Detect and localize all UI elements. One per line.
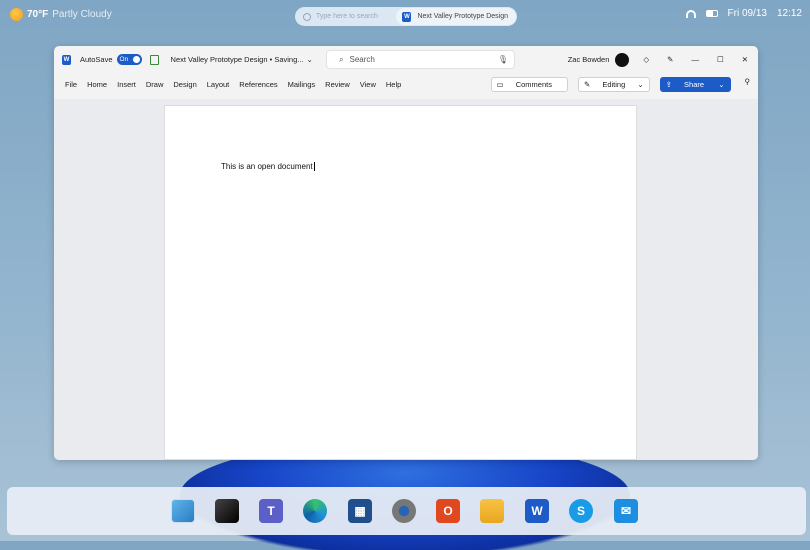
settings-icon[interactable] [392,499,416,523]
ribbon-menu: File Home Insert Draw Design Layout Refe… [54,74,758,94]
pencil-icon: ✎ [583,79,593,89]
avatar[interactable] [615,52,630,67]
menu-draw[interactable]: Draw [146,80,164,89]
battery-icon[interactable] [705,10,718,17]
weather-widget[interactable]: 70°F Partly Cloudy [10,8,112,21]
comments-label: Comments [515,79,552,89]
menu-review[interactable]: Review [325,80,350,89]
autosave-label: AutoSave [80,55,113,64]
active-doc-title: Next Valley Prototype Design [417,13,508,20]
menu-layout[interactable]: Layout [207,80,230,89]
coauthor-icon[interactable]: ⚲ [745,77,751,92]
partly-cloudy-icon [10,8,23,21]
skype-icon[interactable]: S [569,499,593,523]
search-icon [303,12,311,21]
store-icon[interactable]: ▦ [348,499,372,523]
menu-view[interactable]: View [360,80,376,89]
save-icon[interactable] [149,54,159,65]
start-icon[interactable] [171,499,195,523]
menu-references[interactable]: References [239,80,277,89]
editing-button[interactable]: ✎ Editing ⌄ [577,76,650,92]
system-tray[interactable]: Fri 09/13 12:12 [685,8,802,19]
active-document-pill[interactable]: W Next Valley Prototype Design [396,8,516,25]
teams-icon[interactable]: T [259,499,283,523]
maximize-icon[interactable]: ☐ [717,55,724,64]
comment-icon: ▭ [496,79,506,89]
word-icon[interactable]: W [525,499,549,523]
document-canvas: This is an open document [54,99,758,460]
share-button[interactable]: ⇪ Share ⌄ [659,76,731,92]
word-window: W AutoSave On Next Valley Prototype Desi… [54,46,758,460]
user-name: Zac Bowden [567,55,610,64]
share-label: Share [684,79,705,89]
search-input[interactable]: ⌕ Search 🎙︎ [326,50,515,69]
pen-icon[interactable]: ✎ [667,55,673,64]
menu-home[interactable]: Home [87,80,107,89]
menu-help[interactable]: Help [386,80,401,89]
menu-insert[interactable]: Insert [117,80,136,89]
close-icon[interactable]: ✕ [742,55,748,64]
mail-icon[interactable]: ✉ [614,499,638,523]
menu-mailings[interactable]: Mailings [288,80,316,89]
taskbar-search[interactable]: Type here to search W Next Valley Prototy… [295,7,517,26]
document-page[interactable]: This is an open document [164,105,637,460]
temperature: 70°F [27,9,49,20]
menu-file[interactable]: File [65,80,77,89]
search-placeholder: Type here to search [316,13,378,20]
menu-design[interactable]: Design [173,80,196,89]
wifi-icon[interactable] [685,9,696,18]
title-bar: W AutoSave On Next Valley Prototype Desi… [54,46,758,73]
share-icon: ⇪ [665,79,675,89]
chevron-down-icon[interactable]: ⌄ [307,55,313,64]
search-icon: ⌕ [339,54,344,64]
comments-button[interactable]: ▭ Comments [490,76,568,92]
weather-condition: Partly Cloudy [52,9,112,20]
word-icon: W [62,54,71,65]
word-icon: W [402,11,412,22]
search-placeholder: Search [349,55,375,64]
autosave-toggle[interactable]: On [116,54,142,65]
autosave-state: On [119,56,129,63]
file-explorer-icon[interactable] [480,499,504,523]
edge-icon[interactable] [303,499,327,523]
document-title[interactable]: Next Valley Prototype Design • Saving... [171,55,304,64]
document-text[interactable]: This is an open document [221,162,315,171]
time: 12:12 [776,8,802,19]
task-view-icon[interactable] [215,499,239,523]
minimize-icon[interactable]: — [691,55,699,64]
office-icon[interactable]: O [436,499,460,523]
editing-label: Editing [602,79,626,89]
taskbar: T ▦ O W S ✉ [7,487,806,535]
microphone-icon[interactable]: 🎙︎ [498,55,508,64]
diamond-icon[interactable]: ◇ [643,55,649,64]
date: Fri 09/13 [727,8,767,19]
